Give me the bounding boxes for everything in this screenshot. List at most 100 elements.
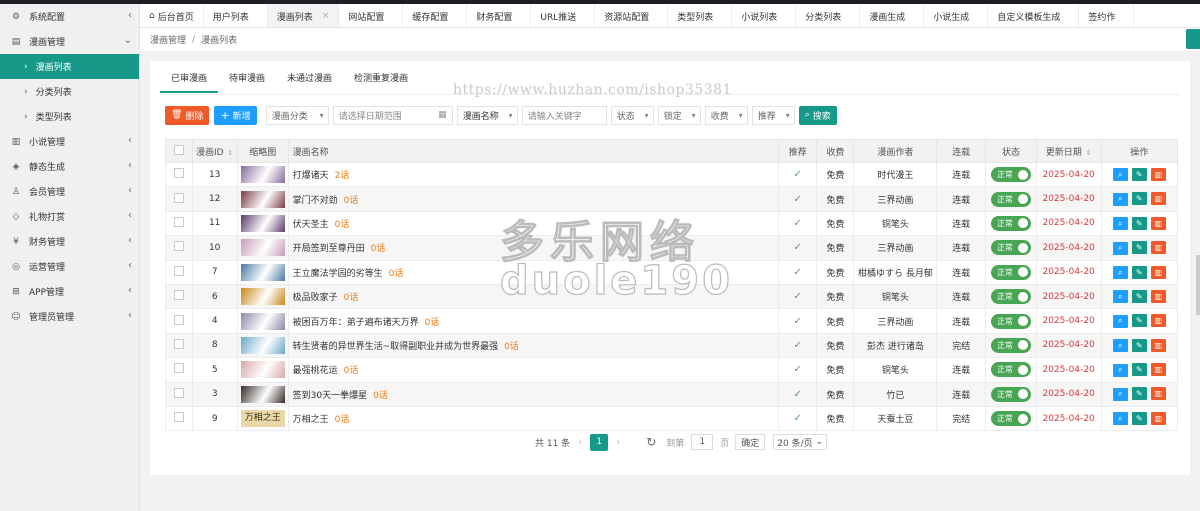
comic-thumbnail[interactable] [240, 166, 285, 184]
row-checkbox[interactable] [173, 314, 184, 325]
chapter-count[interactable]: 2话 [335, 171, 350, 181]
tab-rejected[interactable]: 未通过漫画 [276, 65, 343, 93]
edit-button[interactable]: ✎ [1131, 241, 1147, 255]
comic-name[interactable]: 万相之王 [293, 415, 329, 425]
sidebar-item-8[interactable]: ⊞ APP管理 ‹ [0, 279, 139, 304]
chapter-count[interactable]: 0话 [389, 269, 404, 279]
edit-button[interactable]: ✎ [1131, 265, 1147, 279]
sidebar-item-0[interactable]: ⚙ 系统配置 ‹ [0, 4, 139, 29]
refresh-button[interactable] [1186, 29, 1200, 49]
comic-name[interactable]: 被困百万年：弟子遍布诸天万界 [293, 318, 419, 328]
row-checkbox[interactable] [173, 338, 184, 349]
comic-name[interactable]: 极品败家子 [293, 293, 338, 303]
chapter-count[interactable]: 0话 [344, 196, 359, 206]
row-checkbox[interactable] [173, 290, 184, 301]
delete-row-button[interactable]: ▥ [1150, 338, 1166, 352]
view-button[interactable]: ⌕ [1112, 217, 1128, 231]
view-button[interactable]: ⌕ [1112, 363, 1128, 377]
status-toggle[interactable]: 正常 [990, 411, 1031, 427]
check-icon[interactable]: ✓ [793, 389, 801, 400]
chapter-count[interactable]: 0话 [344, 293, 359, 303]
comic-thumbnail[interactable] [240, 385, 285, 403]
delete-row-button[interactable]: ▥ [1150, 363, 1166, 377]
edit-button[interactable]: ✎ [1131, 338, 1147, 352]
sidebar-item-5[interactable]: ◇ 礼物打赏 ‹ [0, 204, 139, 229]
view-button[interactable]: ⌕ [1112, 290, 1128, 304]
tab-3[interactable]: 网站配置 [339, 4, 404, 27]
tab-1[interactable]: 用户列表 [204, 4, 268, 27]
comic-thumbnail[interactable] [240, 361, 285, 379]
refresh-icon[interactable]: ↻ [646, 435, 656, 449]
page-current[interactable]: 1 [590, 433, 609, 451]
edit-button[interactable]: ✎ [1131, 411, 1147, 425]
delete-row-button[interactable]: ▥ [1150, 387, 1166, 401]
comic-name[interactable]: 转生贤者的异世界生活~取得副职业并成为世界最强 [293, 342, 499, 352]
comic-thumbnail[interactable] [240, 190, 285, 208]
date-range-input[interactable]: 请选择日期范围 ▦ [332, 105, 453, 125]
comic-thumbnail[interactable] [240, 288, 285, 306]
delete-row-button[interactable]: ▥ [1150, 167, 1166, 181]
comic-thumbnail[interactable] [240, 239, 285, 257]
view-button[interactable]: ⌕ [1112, 314, 1128, 328]
chapter-count[interactable]: 0话 [335, 220, 350, 230]
search-button[interactable]: ⌕ 搜索 [798, 105, 837, 125]
close-icon[interactable]: × [322, 11, 330, 21]
view-button[interactable]: ⌕ [1112, 241, 1128, 255]
check-icon[interactable]: ✓ [793, 364, 801, 375]
view-button[interactable]: ⌕ [1112, 168, 1128, 182]
next-page-icon[interactable]: › [616, 437, 620, 448]
sidebar-item-3[interactable]: ◈ 静态生成 ‹ [0, 154, 139, 179]
delete-row-button[interactable]: ▥ [1150, 289, 1166, 303]
breadcrumb-item-parent[interactable]: 漫画管理 [150, 33, 186, 46]
tab-8[interactable]: 类型列表 [668, 4, 733, 27]
tab-9[interactable]: 小说列表 [732, 4, 797, 27]
comic-name[interactable]: 掌门不对劲 [293, 196, 338, 206]
status-toggle[interactable]: 正常 [990, 264, 1031, 280]
tab-10[interactable]: 分类列表 [796, 4, 861, 27]
header-updated[interactable]: 更新日期 ⇕ [1035, 139, 1102, 163]
page-scrollbar[interactable] [1196, 255, 1200, 315]
edit-button[interactable]: ✎ [1131, 363, 1147, 377]
view-button[interactable]: ⌕ [1112, 192, 1128, 206]
chapter-count[interactable]: 0话 [373, 391, 388, 401]
row-checkbox[interactable] [173, 192, 184, 203]
view-button[interactable]: ⌕ [1112, 266, 1128, 279]
tab-2[interactable]: 漫画列表 × [267, 4, 340, 27]
view-button[interactable]: ⌕ [1112, 387, 1128, 401]
comic-name[interactable]: 王立魔法学园的劣等生 [293, 269, 383, 279]
comic-thumbnail[interactable]: 万相之王 [240, 410, 285, 428]
row-checkbox[interactable] [173, 168, 184, 179]
comic-thumbnail[interactable] [240, 312, 285, 330]
edit-button[interactable]: ✎ [1131, 289, 1147, 303]
status-toggle[interactable]: 正常 [990, 337, 1031, 353]
tab-approved[interactable]: 已审漫画 [160, 65, 219, 93]
delete-row-button[interactable]: ▥ [1150, 216, 1166, 230]
status-toggle[interactable]: 正常 [990, 362, 1031, 378]
status-toggle[interactable]: 正常 [990, 313, 1031, 329]
sidebar-item-2[interactable]: ▥ 小说管理 ‹ [0, 129, 139, 154]
row-checkbox[interactable] [173, 387, 184, 398]
comic-thumbnail[interactable] [240, 263, 285, 281]
edit-button[interactable]: ✎ [1131, 314, 1147, 328]
delete-row-button[interactable]: ▥ [1150, 192, 1166, 206]
comic-name[interactable]: 签到30天一拳爆星 [293, 391, 367, 401]
status-toggle[interactable]: 正常 [990, 215, 1031, 231]
tab-12[interactable]: 小说生成 [924, 4, 989, 27]
row-checkbox[interactable] [173, 363, 184, 374]
row-checkbox[interactable] [173, 216, 184, 227]
status-toggle[interactable]: 正常 [990, 289, 1031, 305]
tab-11[interactable]: 漫画生成 [860, 4, 925, 27]
tab-6[interactable]: URL推送 [531, 4, 596, 27]
comic-name[interactable]: 伏天圣主 [293, 220, 329, 230]
row-checkbox[interactable] [173, 241, 184, 252]
edit-button[interactable]: ✎ [1131, 387, 1147, 401]
edit-button[interactable]: ✎ [1131, 216, 1147, 230]
select-all-checkbox[interactable] [173, 144, 184, 155]
comic-name[interactable]: 开局签到至尊丹田 [293, 244, 365, 254]
table-row[interactable]: 8 转生贤者的异世界生活~取得副职业并成为世界最强 0话 ✓ 免费 彭杰 进行诸岛 完结 正常… [165, 332, 1179, 359]
sidebar-subitem-1[interactable]: › 分类列表 [0, 79, 139, 104]
sidebar-subitem-2[interactable]: › 类型列表 [0, 104, 139, 129]
tab-13[interactable]: 自定义模板生成 [988, 4, 1080, 27]
chapter-count[interactable]: 0话 [335, 415, 350, 425]
prev-page-icon[interactable]: ‹ [578, 437, 582, 448]
